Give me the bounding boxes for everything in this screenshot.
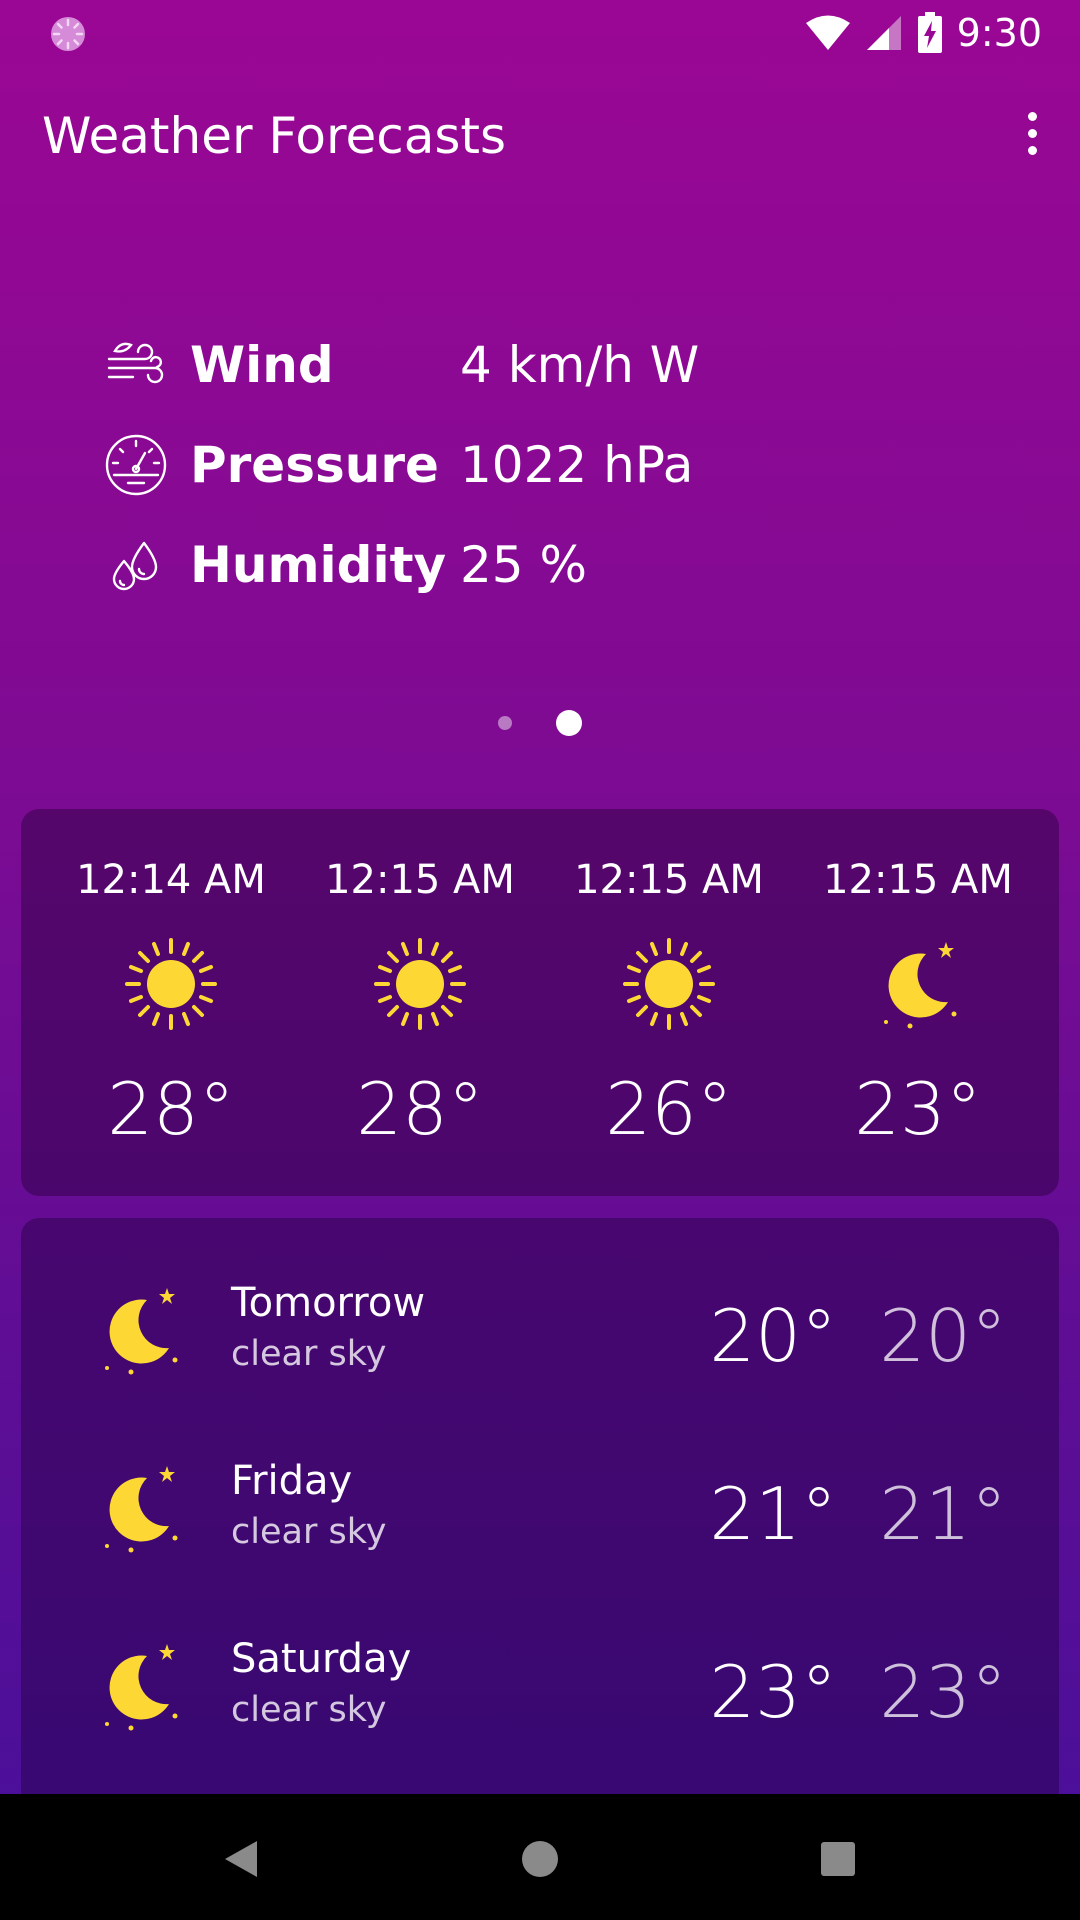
hourly-item: 12:15 AM 23° [793, 809, 1043, 1196]
wind-icon [100, 329, 172, 401]
detail-value: 4 km/h W [460, 336, 700, 394]
more-vert-icon[interactable] [1002, 103, 1062, 163]
daily-row[interactable]: Tomorrow clear sky 20° 20° [21, 1218, 1059, 1396]
daily-max-temp: 21° [709, 1472, 837, 1556]
detail-label: Humidity [190, 536, 447, 594]
daily-forecast-card: Tomorrow clear sky 20° 20° Friday clear … [21, 1218, 1059, 1808]
hourly-time: 12:15 AM [823, 857, 1013, 903]
daily-description: clear sky [231, 1334, 387, 1374]
hourly-item: 12:15 AM 26° [544, 809, 794, 1196]
recents-icon[interactable] [803, 1824, 873, 1894]
gauge-icon [100, 429, 172, 501]
moon-icon [105, 1288, 178, 1375]
daily-min-temp: 20° [879, 1294, 1007, 1378]
detail-row-wind: Wind 4 km/h W [100, 315, 800, 415]
daily-description: clear sky [231, 1690, 387, 1730]
detail-value: 1022 hPa [460, 436, 694, 494]
daily-min-temp: 23° [879, 1650, 1007, 1734]
hourly-item: 12:14 AM 28° [46, 809, 296, 1196]
hourly-temp: 23° [854, 1067, 982, 1151]
daily-description: clear sky [231, 1512, 387, 1552]
daily-min-temp: 21° [879, 1472, 1007, 1556]
daily-day-name: Friday [231, 1458, 353, 1504]
hourly-time: 12:14 AM [76, 857, 266, 903]
moon-icon [105, 1644, 178, 1731]
page-indicator [0, 710, 1080, 736]
moon-icon [105, 1466, 178, 1553]
hourly-temp: 26° [605, 1067, 733, 1151]
hourly-item: 12:15 AM 28° [295, 809, 545, 1196]
navigation-bar [0, 1794, 1080, 1920]
sun-icon [623, 938, 715, 1030]
current-details: Wind 4 km/h W Pressure 1022 hPa Humidity… [100, 315, 800, 615]
hourly-temp: 28° [107, 1067, 235, 1151]
home-icon[interactable] [505, 1824, 575, 1894]
daily-day-name: Tomorrow [231, 1280, 426, 1326]
status-icons: 9:30 [805, 10, 1042, 55]
loading-circle-icon [51, 17, 85, 51]
wifi-icon [805, 15, 850, 50]
signal-icon [866, 15, 901, 50]
detail-row-humidity: Humidity 25 % [100, 515, 800, 615]
detail-label: Wind [190, 336, 334, 394]
app-bar: Weather Forecasts [0, 63, 1080, 210]
battery-charging-icon [917, 11, 942, 53]
detail-label: Pressure [190, 436, 439, 494]
droplets-icon [100, 529, 172, 601]
daily-row[interactable]: Friday clear sky 21° 21° [21, 1396, 1059, 1574]
back-icon[interactable] [206, 1824, 276, 1894]
page-dot-1[interactable] [498, 716, 512, 730]
hourly-time: 12:15 AM [574, 857, 764, 903]
page-dot-2[interactable] [556, 710, 582, 736]
daily-day-name: Saturday [231, 1636, 412, 1682]
hourly-temp: 28° [356, 1067, 484, 1151]
hourly-time: 12:15 AM [325, 857, 515, 903]
moon-icon [884, 942, 957, 1029]
hourly-forecast-card: 12:14 AM 28° 12:15 AM 28° 12:15 AM 26° 1… [21, 809, 1059, 1196]
daily-max-temp: 20° [709, 1294, 837, 1378]
status-bar: 9:30 [0, 0, 1080, 63]
daily-max-temp: 23° [709, 1650, 837, 1734]
detail-row-pressure: Pressure 1022 hPa [100, 415, 800, 515]
sun-icon [125, 938, 217, 1030]
status-time: 9:30 [956, 10, 1042, 55]
sun-icon [374, 938, 466, 1030]
daily-row[interactable]: Saturday clear sky 23° 23° [21, 1574, 1059, 1752]
detail-value: 25 % [460, 536, 588, 594]
page-title: Weather Forecasts [42, 107, 507, 165]
